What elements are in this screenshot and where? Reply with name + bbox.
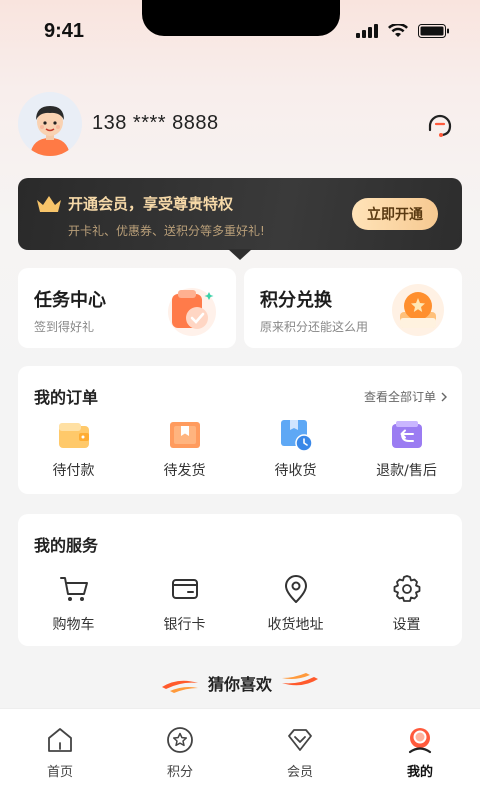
tab-home[interactable]: 首页 xyxy=(0,709,120,800)
service-cart-label: 购物车 xyxy=(52,617,95,633)
points-exchange-title: 积分兑换 xyxy=(260,290,332,311)
service-bank-card[interactable]: 银行卡 xyxy=(129,572,240,634)
delivery-box-icon xyxy=(280,420,313,452)
orders-grid: 待付款 待发货 待收货 退款/售后 xyxy=(18,418,462,480)
tab-mine[interactable]: 我的 xyxy=(360,709,480,800)
services-title: 我的服务 xyxy=(34,536,99,555)
tab-mine-label: 我的 xyxy=(406,765,433,780)
phone-number: 138 **** 8888 xyxy=(92,112,219,134)
service-settings[interactable]: 设置 xyxy=(351,572,462,634)
headset-icon xyxy=(428,114,452,137)
tab-home-label: 首页 xyxy=(46,765,73,780)
bottom-tab-bar: 首页 积分 会员 我的 xyxy=(0,708,480,800)
order-refund-aftersale[interactable]: 退款/售后 xyxy=(351,418,462,480)
recommend-header: 猜你喜欢 xyxy=(0,668,480,698)
tab-member[interactable]: 会员 xyxy=(240,709,360,800)
package-icon xyxy=(169,422,200,448)
location-icon xyxy=(284,575,307,603)
swoosh-left-icon xyxy=(161,680,198,693)
vip-banner[interactable]: 开通会员，享受尊贵特权 开卡礼、优惠券、送积分等多重好礼! 立即开通 xyxy=(18,178,462,260)
service-bank-card-label: 银行卡 xyxy=(163,617,206,633)
open-vip-button[interactable]: 立即开通 xyxy=(352,198,438,230)
refund-icon xyxy=(391,421,422,448)
tab-member-label: 会员 xyxy=(286,765,313,780)
chevron-right-icon xyxy=(441,392,447,401)
order-pending-payment-label: 待付款 xyxy=(52,463,95,479)
view-all-orders-link[interactable]: 查看全部订单 xyxy=(364,388,448,405)
task-center-subtitle: 签到得好礼 xyxy=(34,320,95,334)
order-pending-receipt[interactable]: 待收货 xyxy=(240,418,351,480)
wifi-icon xyxy=(388,24,408,37)
order-pending-receipt-label: 待收货 xyxy=(274,463,317,479)
wallet-icon xyxy=(58,423,89,448)
swoosh-right-icon xyxy=(282,673,318,686)
profile-icon xyxy=(408,728,432,754)
points-exchange-icon xyxy=(392,284,444,336)
diamond-icon xyxy=(288,729,312,751)
battery-icon xyxy=(418,24,449,38)
tab-points-label: 积分 xyxy=(166,765,193,780)
home-icon xyxy=(48,728,72,752)
recommend-title: 猜你喜欢 xyxy=(207,675,272,694)
order-pending-payment[interactable]: 待付款 xyxy=(18,418,129,480)
service-settings-label: 设置 xyxy=(392,617,421,633)
order-pending-shipment-label: 待发货 xyxy=(163,463,206,479)
orders-panel: 我的订单 查看全部订单 待付款 待发货 待收货 退款/售后 xyxy=(18,366,462,494)
task-icon xyxy=(168,288,216,336)
status-icons xyxy=(356,24,450,38)
service-address[interactable]: 收货地址 xyxy=(240,572,351,634)
vip-title: 开通会员，享受尊贵特权 xyxy=(68,195,234,213)
avatar[interactable] xyxy=(18,92,82,156)
vip-banner-pointer xyxy=(228,249,252,260)
task-center-card[interactable]: 任务中心 签到得好礼 xyxy=(18,268,236,348)
order-refund-aftersale-label: 退款/售后 xyxy=(376,463,437,479)
order-pending-shipment[interactable]: 待发货 xyxy=(129,418,240,480)
services-grid: 购物车 银行卡 收货地址 设置 xyxy=(18,572,462,634)
service-cart[interactable]: 购物车 xyxy=(18,572,129,634)
service-address-label: 收货地址 xyxy=(267,617,324,633)
cart-icon xyxy=(59,577,88,601)
tab-points[interactable]: 积分 xyxy=(120,709,240,800)
notch xyxy=(142,0,340,36)
profile-header: 138 **** 8888 xyxy=(18,92,462,158)
avatar-illustration-icon xyxy=(18,92,82,156)
orders-title: 我的订单 xyxy=(34,388,99,407)
points-exchange-card[interactable]: 积分兑换 原来积分还能这么用 xyxy=(244,268,462,348)
points-exchange-subtitle: 原来积分还能这么用 xyxy=(260,320,369,334)
crown-icon xyxy=(37,196,61,212)
star-icon xyxy=(167,727,193,753)
services-panel: 我的服务 购物车 银行卡 收货地址 设置 xyxy=(18,514,462,646)
signal-icon xyxy=(356,24,378,38)
status-time: 9:41 xyxy=(44,20,85,42)
vip-subtitle: 开卡礼、优惠券、送积分等多重好礼! xyxy=(68,224,265,238)
gear-icon xyxy=(393,575,420,602)
status-bar: 9:41 xyxy=(0,0,480,60)
task-center-title: 任务中心 xyxy=(34,290,106,311)
view-all-orders-label: 查看全部订单 xyxy=(363,390,436,404)
card-icon xyxy=(171,579,198,599)
customer-service-button[interactable] xyxy=(422,106,458,142)
